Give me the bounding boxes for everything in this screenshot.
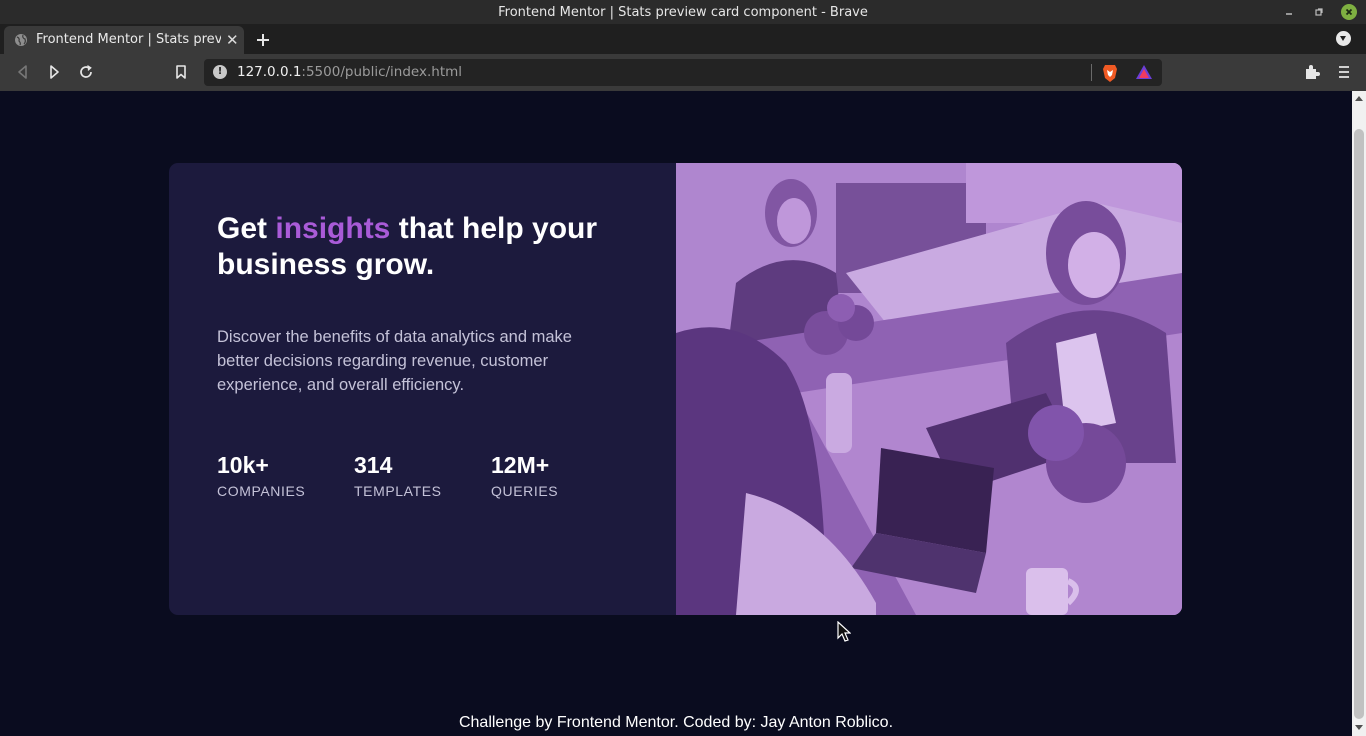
tab-search-menu-button[interactable] <box>1336 31 1351 46</box>
stat-value: 12M+ <box>491 452 550 478</box>
stat-label: COMPANIES <box>217 483 306 499</box>
headline-prefix: Get <box>217 212 276 245</box>
url-path: :5500/public/index.html <box>301 64 463 80</box>
reload-icon[interactable] <box>77 63 95 81</box>
headline-accent: insights <box>275 212 391 245</box>
globe-icon <box>15 34 27 46</box>
stat-value: 314 <box>354 452 393 478</box>
stat-label: QUERIES <box>491 483 559 499</box>
office-photo-illustration <box>676 163 1182 615</box>
card-headline: Get insights that help your business gro… <box>217 211 627 283</box>
tab-close-icon[interactable]: ✕ <box>226 31 239 49</box>
stat-label: TEMPLATES <box>354 483 442 499</box>
forward-icon[interactable] <box>45 63 63 81</box>
restore-icon <box>1315 8 1323 16</box>
plus-icon <box>257 34 269 46</box>
tab-active[interactable]: Frontend Mentor | Stats preview card com… <box>4 26 244 54</box>
browser-toolbar: ! 127.0.0.1:5500/public/index.html <box>0 54 1366 91</box>
maximize-button[interactable] <box>1311 4 1327 20</box>
page-scrollbar[interactable] <box>1352 91 1366 736</box>
scroll-down-icon[interactable] <box>1355 725 1363 730</box>
menu-icon[interactable] <box>1335 63 1353 81</box>
stat-value: 10k+ <box>217 452 269 478</box>
scroll-up-icon[interactable] <box>1355 96 1363 101</box>
address-bar[interactable]: ! 127.0.0.1:5500/public/index.html <box>204 59 1162 86</box>
stats-row: 10k+ COMPANIES 314 TEMPLATES 12M+ QUERIE… <box>217 451 617 503</box>
stats-preview-card: Get insights that help your business gro… <box>169 163 1182 615</box>
tab-label: Frontend Mentor | Stats preview card com… <box>36 32 221 47</box>
card-image <box>676 163 1182 615</box>
brave-shields-icon[interactable] <box>1101 63 1119 83</box>
minimize-button[interactable] <box>1281 4 1297 20</box>
address-bar-divider <box>1091 64 1092 81</box>
page-viewport: Get insights that help your business gro… <box>0 91 1352 736</box>
bookmark-icon[interactable] <box>172 63 190 81</box>
stat-companies: 10k+ COMPANIES <box>217 451 305 499</box>
window-title: Frontend Mentor | Stats preview card com… <box>498 5 868 20</box>
tab-strip: Frontend Mentor | Stats preview card com… <box>0 24 1366 54</box>
minimize-icon <box>1286 13 1292 15</box>
card-text-content: Get insights that help your business gro… <box>217 211 627 397</box>
card-description: Discover the benefits of data analytics … <box>217 328 572 394</box>
back-icon[interactable] <box>14 63 32 81</box>
close-window-button[interactable] <box>1341 4 1357 20</box>
stat-queries: 12M+ QUERIES <box>491 451 558 499</box>
footer-attribution: Challenge by Frontend Mentor. Coded by: … <box>458 714 894 731</box>
url-host: 127.0.0.1 <box>237 64 302 80</box>
scrollbar-thumb[interactable] <box>1354 129 1364 719</box>
extensions-icon[interactable] <box>1303 63 1321 81</box>
new-tab-button[interactable] <box>256 28 270 52</box>
window-titlebar: Frontend Mentor | Stats preview card com… <box>0 0 1366 24</box>
site-info-icon[interactable]: ! <box>213 65 227 79</box>
mouse-cursor-icon <box>837 621 851 642</box>
stat-templates: 314 TEMPLATES <box>354 451 442 499</box>
brave-rewards-icon[interactable] <box>1135 63 1153 81</box>
close-icon <box>1345 8 1353 16</box>
url-text[interactable]: 127.0.0.1:5500/public/index.html <box>237 64 462 80</box>
